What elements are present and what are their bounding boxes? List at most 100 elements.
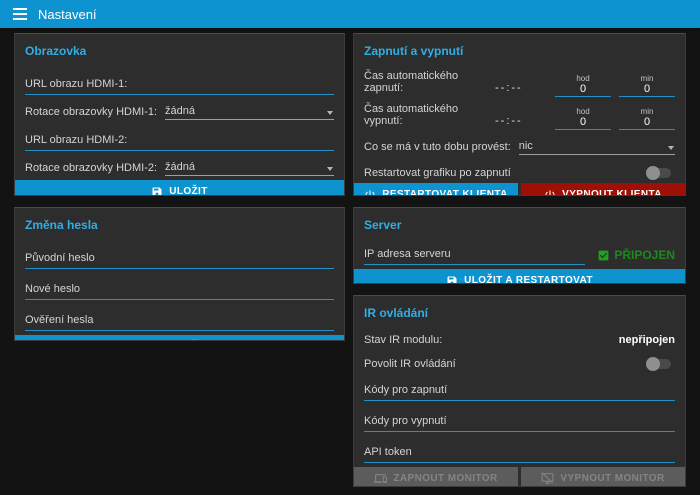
hours-unit-label: hod <box>555 74 611 83</box>
auto-on-hours-input[interactable] <box>555 83 611 95</box>
power-icon <box>544 189 556 197</box>
action-label: Co se má v tuto dobu provést: <box>364 141 519 155</box>
ir-codes-off-input[interactable] <box>364 415 675 427</box>
screen-save-label: ULOŽIT <box>169 186 208 196</box>
server-ip-input[interactable] <box>364 248 585 260</box>
restart-graphics-row: Restartovat grafiku po zapnutí <box>364 167 675 179</box>
chevron-down-icon <box>327 167 333 171</box>
toggle-knob <box>646 166 660 180</box>
verify-password-input[interactable] <box>25 314 334 326</box>
url-hdmi2-field <box>25 130 334 151</box>
screen-save-button[interactable]: ULOŽIT <box>15 180 344 196</box>
monitor-off-button[interactable]: VYPNOUT MONITOR <box>521 467 685 487</box>
menu-icon[interactable] <box>13 8 27 20</box>
power-card-title: Zapnutí a vypnutí <box>364 44 675 58</box>
connection-status-label: PŘIPOJEN <box>614 248 675 262</box>
rotation-hdmi1-row: Rotace obrazovky HDMI-1: žádná <box>25 105 334 120</box>
ir-enable-toggle[interactable] <box>647 359 671 369</box>
ir-enable-row: Povolit IR ovládání <box>364 358 675 370</box>
auto-on-minutes-input[interactable] <box>619 83 675 95</box>
monitor-disabled-icon <box>541 472 554 485</box>
save-icon <box>446 275 458 285</box>
new-password-field <box>25 279 334 300</box>
rotation-hdmi2-row: Rotace obrazovky HDMI-2: žádná <box>25 161 334 176</box>
power-icon <box>364 189 376 197</box>
server-card: Server PŘIPOJEN ULOŽIT A RESTARTOVAT <box>353 207 686 284</box>
ir-status-label: Stav IR modulu: <box>364 334 442 346</box>
left-column: Obrazovka Rotace obrazovky HDMI-1: žádná… <box>14 33 345 341</box>
ir-codes-off-field <box>364 411 675 432</box>
auto-on-label: Čas automatického zapnutí: <box>364 70 495 97</box>
auto-off-time-display: --:-- <box>495 115 547 130</box>
new-password-input[interactable] <box>25 283 334 295</box>
right-column: Zapnutí a vypnutí Čas automatického zapn… <box>353 33 686 487</box>
password-save-button[interactable]: ULOŽIT <box>15 335 344 341</box>
chevron-down-icon <box>327 111 333 115</box>
ir-codes-on-input[interactable] <box>364 384 675 396</box>
minutes-unit-label: min <box>619 107 675 116</box>
ir-status-row: Stav IR modulu: nepřipojen <box>364 334 675 346</box>
verify-password-field <box>25 310 334 331</box>
server-ip-field <box>364 244 585 265</box>
rotation-hdmi2-value: žádná <box>165 161 195 173</box>
save-icon <box>151 186 163 197</box>
screen-card-title: Obrazovka <box>25 44 334 58</box>
toggle-knob <box>646 357 660 371</box>
ir-enable-label: Povolit IR ovládání <box>364 358 456 370</box>
chevron-down-icon <box>668 146 674 150</box>
server-save-restart-button[interactable]: ULOŽIT A RESTARTOVAT <box>354 269 685 284</box>
restart-client-label: RESTARTOVAT KLIENTA <box>382 189 508 196</box>
auto-on-row: Čas automatického zapnutí: --:-- hod min <box>364 70 675 97</box>
server-ip-row: PŘIPOJEN <box>364 244 675 265</box>
auto-off-minutes-input[interactable] <box>619 116 675 128</box>
page-title: Nastavení <box>38 7 97 22</box>
shutdown-client-button[interactable]: VYPNOUT KLIENTA <box>521 183 685 196</box>
auto-off-row: Čas automatického vypnutí: --:-- hod min <box>364 103 675 130</box>
ir-status-value: nepřipojen <box>619 334 675 346</box>
restart-graphics-toggle[interactable] <box>647 168 671 178</box>
ir-card: IR ovládání Stav IR modulu: nepřipojen P… <box>353 295 686 487</box>
minutes-unit-label: min <box>619 74 675 83</box>
url-hdmi1-field <box>25 74 334 95</box>
connection-status-badge: PŘIPOJEN <box>597 248 675 265</box>
action-value: nic <box>519 140 533 152</box>
shutdown-client-label: VYPNOUT KLIENTA <box>562 189 662 196</box>
rotation-hdmi2-select[interactable]: žádná <box>165 161 334 176</box>
checkbox-checked-icon <box>597 249 610 262</box>
auto-on-time-display: --:-- <box>495 82 547 97</box>
auto-on-hours-box: hod <box>555 74 611 97</box>
monitor-off-label: VYPNOUT MONITOR <box>560 473 664 484</box>
save-icon <box>151 341 163 342</box>
password-card-title: Změna hesla <box>25 218 334 232</box>
rotation-hdmi1-select[interactable]: žádná <box>165 105 334 120</box>
screen-card: Obrazovka Rotace obrazovky HDMI-1: žádná… <box>14 33 345 196</box>
ir-card-title: IR ovládání <box>364 306 675 320</box>
monitor-on-label: ZAPNOUT MONITOR <box>393 473 497 484</box>
settings-page: Obrazovka Rotace obrazovky HDMI-1: žádná… <box>0 28 700 495</box>
api-token-field <box>364 442 675 463</box>
password-card: Změna hesla ULOŽIT <box>14 207 345 341</box>
app-header: Nastavení <box>0 0 700 28</box>
api-token-input[interactable] <box>364 446 675 458</box>
rotation-hdmi2-label: Rotace obrazovky HDMI-2: <box>25 162 165 176</box>
old-password-field <box>25 248 334 269</box>
url-hdmi2-input[interactable] <box>25 134 334 146</box>
power-card: Zapnutí a vypnutí Čas automatického zapn… <box>353 33 686 196</box>
rotation-hdmi1-label: Rotace obrazovky HDMI-1: <box>25 106 165 120</box>
rotation-hdmi1-value: žádná <box>165 105 195 117</box>
restart-client-button[interactable]: RESTARTOVAT KLIENTA <box>354 183 518 196</box>
old-password-input[interactable] <box>25 252 334 264</box>
server-save-restart-label: ULOŽIT A RESTARTOVAT <box>464 275 593 284</box>
auto-on-minutes-box: min <box>619 74 675 97</box>
hours-unit-label: hod <box>555 107 611 116</box>
auto-off-hours-input[interactable] <box>555 116 611 128</box>
url-hdmi1-input[interactable] <box>25 78 334 90</box>
action-row: Co se má v tuto dobu provést: nic <box>364 140 675 155</box>
action-select[interactable]: nic <box>519 140 675 155</box>
restart-graphics-label: Restartovat grafiku po zapnutí <box>364 167 511 179</box>
monitor-on-button[interactable]: ZAPNOUT MONITOR <box>354 467 518 487</box>
ir-codes-on-field <box>364 380 675 401</box>
server-card-title: Server <box>364 218 675 232</box>
auto-off-hours-box: hod <box>555 107 611 130</box>
devices-icon <box>374 472 387 485</box>
